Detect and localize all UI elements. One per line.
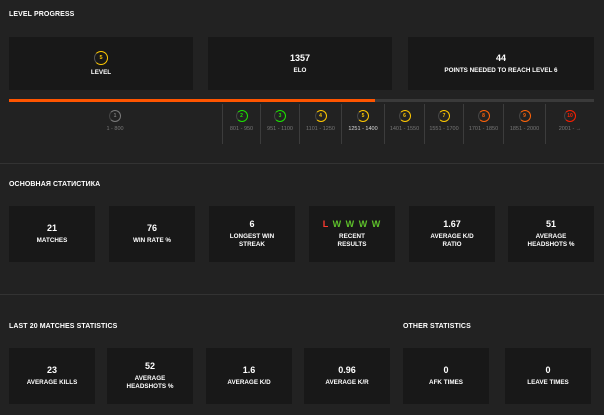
level-step-5: 5 1251 - 1400: [341, 104, 384, 144]
afk-times-value: 0: [443, 365, 449, 375]
avg-kd-card: 1.6 AVERAGE K/D: [206, 348, 292, 404]
headshots-value: 51: [545, 219, 556, 229]
level-step-9: 9 1851 - 2000: [503, 104, 545, 144]
kd-ratio-card: 1.67 AVERAGE K/D RATIO: [409, 206, 495, 262]
level-range: 1851 - 2000: [509, 126, 540, 132]
level-step-1: 1 1 - 800: [85, 104, 145, 144]
level-progress-title: LEVEL PROGRESS: [9, 11, 75, 18]
result-1: W: [332, 219, 343, 229]
section-divider: [0, 163, 604, 164]
afk-times-label: AFK TIMES: [429, 379, 463, 386]
recent-results-value: L W W W W: [323, 219, 381, 230]
level-range: 1701 - 1850: [468, 126, 499, 132]
points-needed-label: POINTS NEEDED TO REACH LEVEL 6: [444, 66, 558, 74]
result-2: W: [345, 219, 356, 229]
longest-win-streak-card: 6 LONGEST WIN STREAK: [209, 206, 295, 262]
headshots-card: 51 AVERAGE HEADSHOTS %: [508, 206, 594, 262]
level-icon-number: 5: [99, 54, 103, 61]
level-number: 6: [403, 113, 406, 119]
avg-kills-value: 23: [46, 365, 57, 375]
avg-kr-card: 0.96 AVERAGE K/R: [304, 348, 390, 404]
avg-kd-label: AVERAGE K/D: [227, 379, 271, 386]
skill-level-7-icon: 7: [438, 110, 450, 122]
avg-kr-value: 0.96: [338, 365, 356, 375]
level-number: 9: [523, 113, 526, 119]
avg-headshots-value: 52: [144, 361, 155, 371]
leave-times-card: 0 LEAVE TIMES: [505, 348, 591, 404]
points-needed-value: 44: [495, 52, 506, 63]
elo-progress-fill: [9, 99, 375, 102]
level-number: 2: [240, 113, 243, 119]
elo-label: ELO: [293, 66, 307, 74]
level-number: 10: [567, 113, 573, 119]
matches-value: 21: [46, 223, 57, 233]
kd-ratio-value: 1.67: [443, 219, 461, 229]
level-step-2: 2 801 - 950: [222, 104, 260, 144]
longest-win-streak-label: LONGEST WIN STREAK: [229, 233, 275, 248]
level-range: 1401 - 1550: [389, 126, 420, 132]
level-range: 801 - 950: [229, 126, 254, 132]
level-range: 1 - 800: [106, 126, 124, 132]
level-range: 1101 - 1250: [306, 126, 335, 132]
skill-level-4-icon: 4: [314, 110, 327, 122]
level-step-6: 6 1401 - 1550: [384, 104, 424, 144]
avg-kr-label: AVERAGE K/R: [325, 379, 369, 386]
level-number: 4: [319, 113, 322, 119]
level-number: 5: [361, 113, 365, 119]
level-range: 1551 - 1700: [429, 126, 459, 132]
leave-times-label: LEAVE TIMES: [527, 379, 569, 386]
skill-level-5-icon: 5: [357, 110, 369, 122]
level-number: 7: [442, 113, 446, 119]
level-range: 951 - 1100: [267, 126, 293, 132]
level-label: LEVEL: [90, 68, 112, 76]
skill-level-1-icon: 1: [109, 110, 121, 122]
level-step-7: 7 1551 - 1700: [424, 104, 463, 144]
level-range: 1251 - 1400: [348, 126, 378, 132]
win-rate-label: WIN RATE %: [132, 237, 171, 244]
other-stats-title: OTHER STATISTICS: [403, 323, 471, 330]
level-range: 2001 - →: [558, 126, 582, 132]
afk-times-card: 0 AFK TIMES: [403, 348, 489, 404]
level-step-3: 3 951 - 1100: [260, 104, 299, 144]
avg-headshots-card: 52 AVERAGE HEADSHOTS %: [107, 348, 193, 404]
win-rate-card: 76 WIN RATE %: [109, 206, 195, 262]
result-0: L: [322, 219, 330, 229]
elo-progress-bar: [9, 99, 594, 102]
result-3: W: [358, 219, 369, 229]
level-number: 3: [278, 113, 282, 119]
level-step-10: 10 2001 - →: [545, 104, 594, 144]
headshots-label: AVERAGE HEADSHOTS %: [527, 233, 575, 248]
matches-card: 21 MATCHES: [9, 206, 95, 262]
skill-level-10-icon: 10: [564, 110, 576, 122]
skill-level-5-icon: 5: [94, 50, 108, 65]
skill-level-6-icon: 6: [398, 110, 411, 122]
skill-level-3-icon: 3: [274, 110, 286, 122]
level-number: 8: [482, 113, 485, 119]
avg-headshots-label: AVERAGE HEADSHOTS %: [126, 375, 174, 390]
recent-results-label: RECENT RESULTS: [337, 233, 367, 248]
level-step-4: 4 1101 - 1250: [299, 104, 341, 144]
level-card: 5 LEVEL: [9, 37, 193, 90]
matches-label: MATCHES: [36, 237, 68, 244]
points-needed-card: 44 POINTS NEEDED TO REACH LEVEL 6: [408, 37, 594, 90]
elo-value: 1357: [289, 52, 311, 63]
skill-level-2-icon: 2: [235, 110, 248, 122]
result-4: W: [371, 219, 382, 229]
elo-card: 1357 ELO: [208, 37, 392, 90]
longest-win-streak-value: 6: [249, 219, 255, 229]
main-stats-title: ОСНОВНАЯ СТАТИСТИКА: [9, 181, 101, 188]
avg-kills-card: 23 AVERAGE KILLS: [9, 348, 95, 404]
kd-ratio-label: AVERAGE K/D RATIO: [430, 233, 474, 248]
last20-title: LAST 20 MATCHES STATISTICS: [9, 323, 118, 330]
level-step-8: 8 1701 - 1850: [463, 104, 503, 144]
section-divider: [0, 294, 604, 295]
skill-level-9-icon: 9: [518, 110, 531, 122]
level-number: 1: [113, 113, 117, 119]
recent-results-card: L W W W W RECENT RESULTS: [309, 206, 395, 262]
avg-kills-label: AVERAGE KILLS: [26, 379, 78, 386]
win-rate-value: 76: [146, 223, 157, 233]
avg-kd-value: 1.6: [242, 365, 256, 375]
leave-times-value: 0: [545, 365, 551, 375]
skill-level-8-icon: 8: [477, 110, 490, 122]
